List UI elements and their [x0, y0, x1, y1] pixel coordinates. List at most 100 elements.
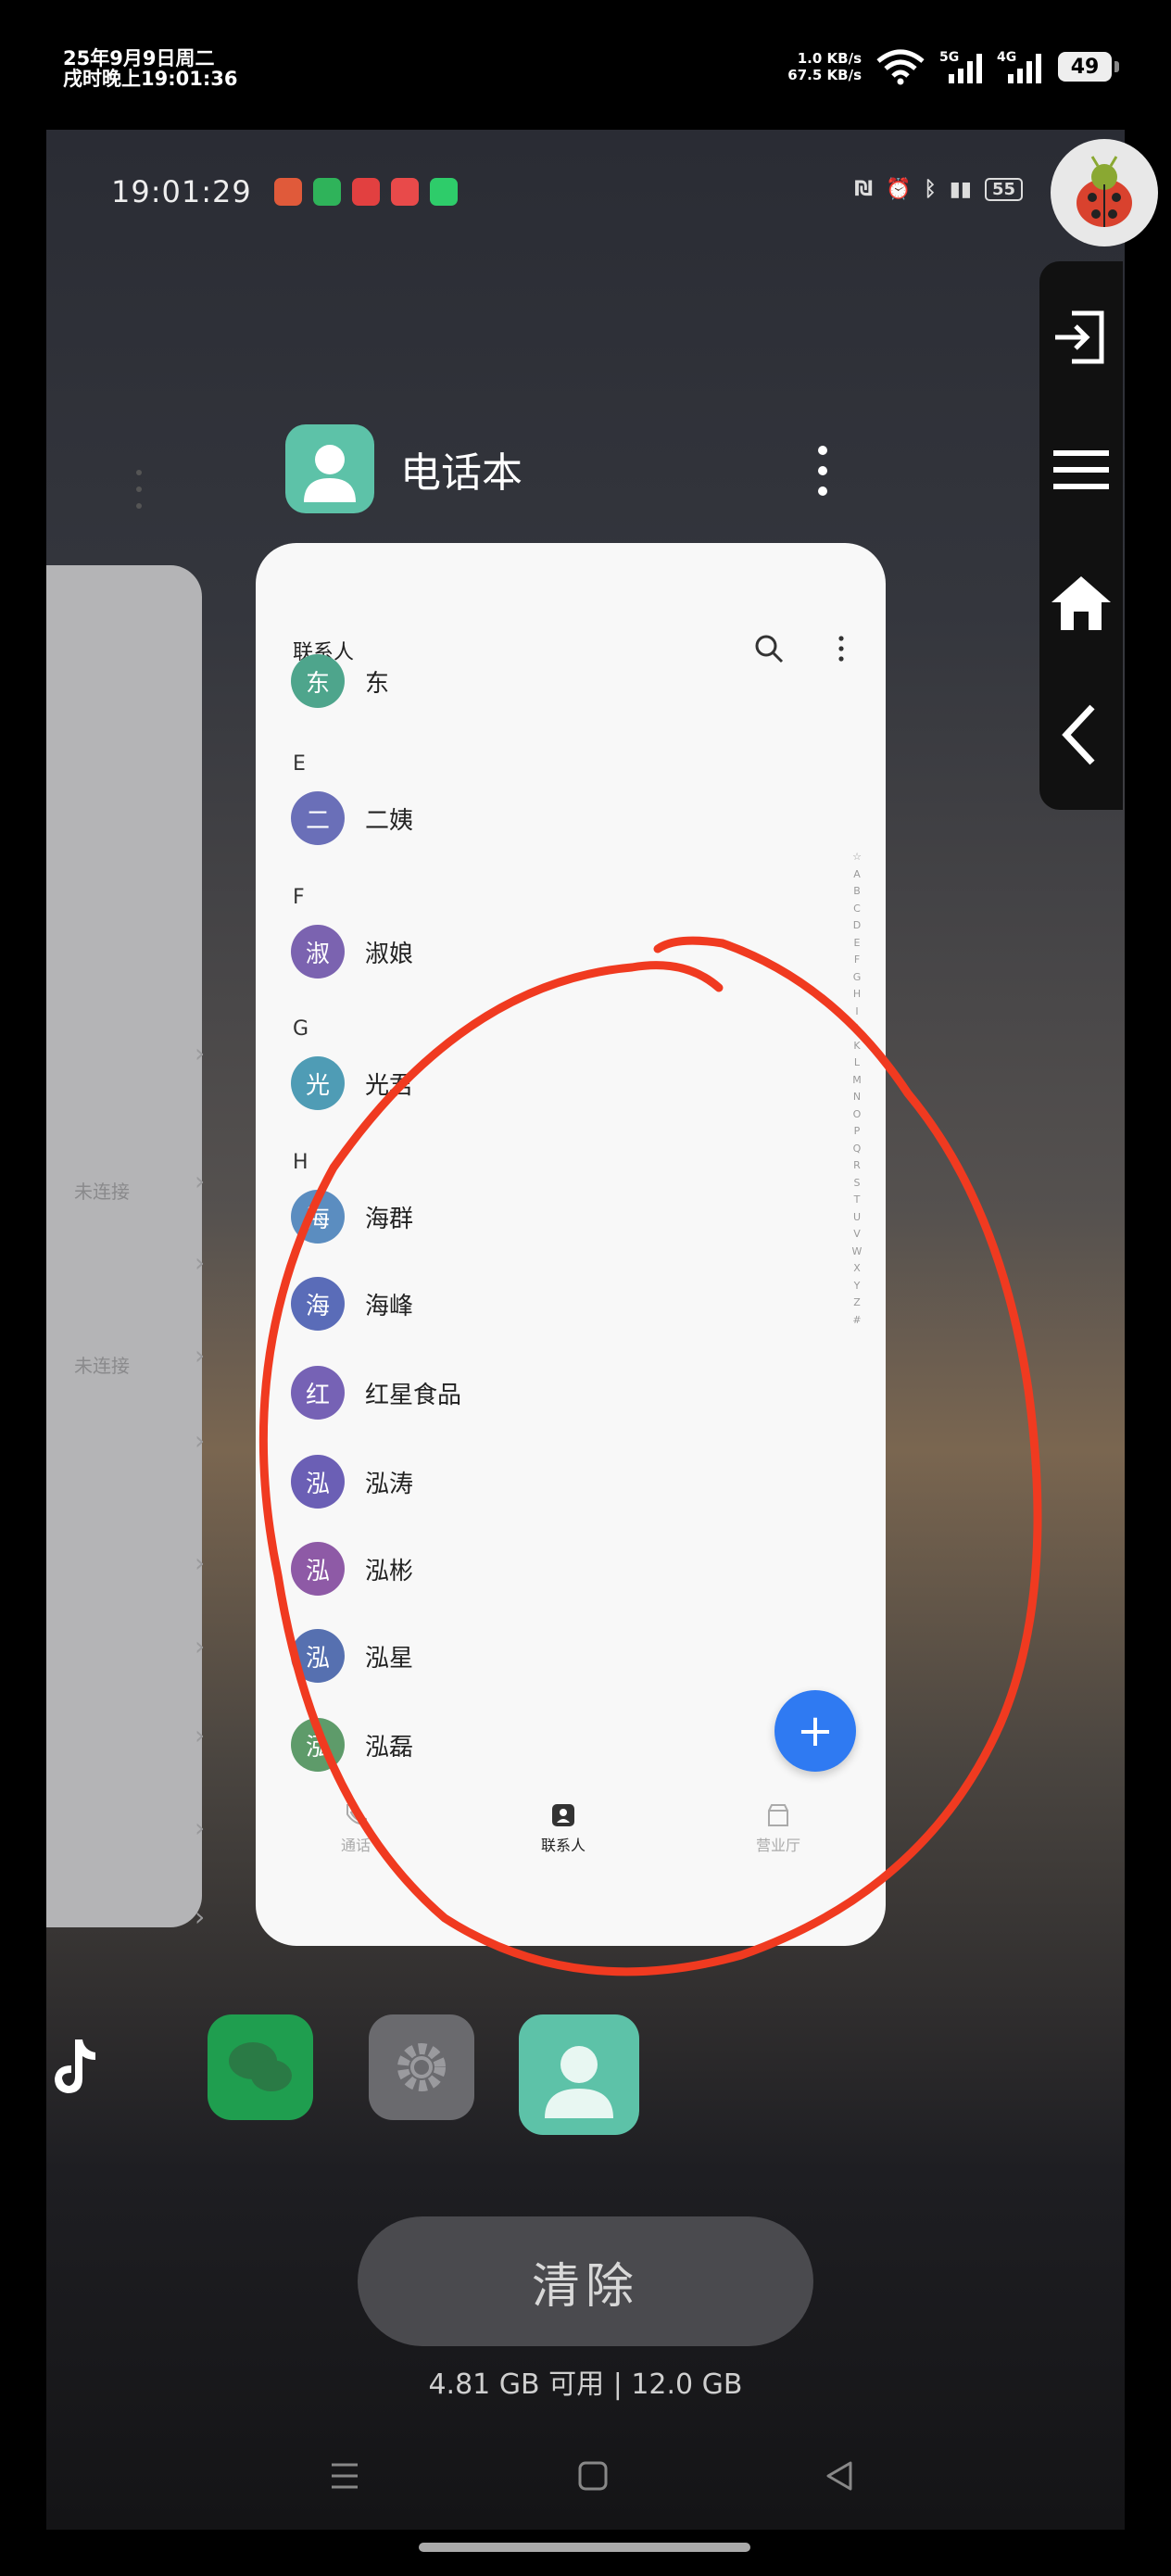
recents-screen: 19:01:29 ₪ ⏰ ᛒ ▮▮ 55 › 未连接 › › 未连接 › › ›… — [46, 130, 1125, 2530]
prev-card-status: 未连接 — [74, 1355, 130, 1377]
status-clock: 25年9月9日周二 戌时晚上19:01:36 — [63, 48, 237, 89]
download-speed: 67.5 KB/s — [787, 67, 862, 83]
triangle-back-icon — [826, 2461, 852, 2491]
alphabet-index-letter[interactable]: C — [853, 901, 861, 918]
alphabet-index-letter[interactable]: R — [853, 1157, 861, 1175]
svg-text:4G: 4G — [997, 50, 1016, 65]
phone-notification-icon — [429, 178, 458, 206]
alphabet-index-letter[interactable]: # — [852, 1312, 861, 1330]
chevron-right-icon: › — [195, 1166, 206, 1196]
alphabet-index-letter[interactable]: Q — [853, 1141, 862, 1158]
home-indicator[interactable] — [419, 2543, 750, 2552]
previous-app-card[interactable]: › 未连接 › › 未连接 › › › › › › › — [46, 565, 206, 1932]
contact-name: 光君 — [365, 1071, 414, 1100]
chevron-right-icon: › — [195, 1038, 206, 1068]
alphabet-index-letter[interactable]: M — [852, 1072, 862, 1090]
alphabet-index-letter[interactable]: V — [853, 1226, 861, 1244]
chevron-right-icon: › — [195, 1720, 206, 1750]
contact-row[interactable]: 光 光君 — [291, 1056, 413, 1110]
alphabet-index-letter[interactable]: K — [853, 1038, 860, 1055]
alphabet-index-letter[interactable]: T — [854, 1192, 861, 1209]
alarm-icon: ⏰ — [886, 178, 912, 201]
alphabet-index-letter[interactable]: D — [853, 917, 861, 935]
section-letter: H — [293, 1151, 308, 1174]
alphabet-index-letter[interactable]: W — [852, 1244, 863, 1261]
alphabet-index-letter[interactable]: I — [855, 1004, 858, 1021]
nfc-icon: ₪ — [854, 178, 874, 201]
contact-name: 东 — [365, 669, 390, 698]
alphabet-index-letter[interactable]: O — [853, 1106, 862, 1124]
back-button[interactable] — [784, 2430, 895, 2522]
alphabet-index-letter[interactable]: F — [854, 952, 860, 969]
alphabet-index-letter[interactable]: H — [853, 986, 861, 1004]
back-icon[interactable] — [1044, 698, 1118, 772]
contact-row[interactable]: 二 二姨 — [291, 791, 413, 845]
battery-indicator: 49 — [1058, 52, 1119, 82]
status-indicators: 1.0 KB/s 67.5 KB/s 5G 4G 49 — [787, 48, 1119, 85]
chevron-right-icon: › — [195, 1631, 206, 1661]
contact-row[interactable]: 泓 泓彬 — [291, 1542, 413, 1596]
bottom-tab-bar: 通话 联系人 营业厅 — [256, 1794, 886, 1877]
search-icon[interactable] — [752, 632, 786, 665]
prev-card-status: 未连接 — [74, 1181, 130, 1203]
contact-row[interactable]: 海 海峰 — [291, 1277, 413, 1331]
alphabet-index-letter[interactable]: Y — [854, 1278, 861, 1295]
upload-speed: 1.0 KB/s — [797, 50, 862, 67]
contact-row[interactable]: 泓 泓星 — [291, 1629, 413, 1683]
prev-card-menu-icon[interactable] — [133, 467, 145, 513]
tab-store[interactable]: 营业厅 — [756, 1794, 800, 1877]
battery-icon: 55 — [984, 178, 1023, 201]
alphabet-index-letter[interactable]: L — [854, 1054, 860, 1072]
contact-name: 红星食品 — [365, 1381, 462, 1409]
tiktok-app-icon[interactable] — [46, 2014, 124, 2120]
alphabet-index[interactable]: ☆ A B C D E F G H I J K L M N O P Q R S T U V W X Y Z # — [849, 849, 865, 1329]
contact-avatar: 泓 — [291, 1718, 345, 1772]
contacts-app-icon[interactable] — [285, 424, 374, 513]
contact-row[interactable]: 泓 泓涛 — [291, 1455, 413, 1509]
alphabet-index-letter[interactable]: B — [853, 883, 861, 901]
wechat-app-icon[interactable] — [208, 2014, 313, 2120]
alphabet-index-letter[interactable]: G — [853, 969, 862, 987]
exit-icon[interactable] — [1044, 300, 1118, 374]
chevron-right-icon: › — [195, 1247, 206, 1278]
alphabet-index-letter[interactable]: S — [854, 1175, 861, 1193]
contact-row[interactable]: 泓 泓磊 — [291, 1718, 413, 1772]
store-icon — [767, 1804, 788, 1826]
contacts-icon — [551, 1804, 574, 1826]
tab-contacts[interactable]: 联系人 — [541, 1794, 586, 1877]
contacts-app-card[interactable]: 联系人 东 东 E 二 二姨 F 淑 淑娘 G 光 光君 H 海 海群 海 海峰… — [256, 543, 886, 1946]
tab-label: 营业厅 — [755, 1837, 800, 1854]
clear-all-button[interactable]: 清除 — [358, 2216, 813, 2346]
alphabet-index-letter[interactable]: U — [853, 1209, 861, 1227]
card-menu-icon[interactable] — [813, 443, 832, 499]
recents-button[interactable] — [289, 2430, 400, 2522]
alphabet-index-letter[interactable]: E — [854, 935, 861, 953]
add-contact-button[interactable]: + — [774, 1690, 856, 1772]
contacts-dock-icon[interactable] — [519, 2014, 639, 2135]
home-icon[interactable] — [1044, 565, 1118, 639]
menu-icon[interactable] — [1044, 433, 1118, 507]
chevron-right-icon: › — [195, 1340, 206, 1370]
alphabet-index-letter[interactable]: X — [853, 1260, 861, 1278]
tab-calls[interactable]: 通话 — [341, 1794, 371, 1877]
home-button[interactable] — [537, 2430, 648, 2522]
settings-app-icon[interactable] — [369, 2014, 474, 2120]
alphabet-index-letter[interactable]: Z — [853, 1294, 861, 1312]
contact-row[interactable]: 东 东 — [291, 654, 389, 708]
contact-row[interactable]: 海 海群 — [291, 1190, 413, 1244]
alphabet-index-letter[interactable]: ☆ — [852, 849, 862, 866]
contact-row[interactable]: 红 红星食品 — [291, 1366, 461, 1420]
more-icon[interactable] — [836, 634, 847, 663]
status-date: 25年9月9日周二 — [63, 47, 215, 69]
alphabet-index-letter[interactable]: P — [854, 1123, 861, 1141]
square-icon — [578, 2461, 608, 2491]
alphabet-index-letter[interactable]: N — [853, 1089, 861, 1106]
person-icon — [545, 2046, 613, 2118]
chevron-right-icon: › — [195, 1547, 206, 1578]
floating-assistant-button[interactable] — [1051, 139, 1158, 246]
contact-name: 海群 — [365, 1205, 414, 1233]
alphabet-index-letter[interactable]: J — [855, 1020, 858, 1038]
alphabet-index-letter[interactable]: A — [853, 866, 861, 884]
contact-row[interactable]: 淑 淑娘 — [291, 925, 413, 979]
contact-name: 二姨 — [365, 806, 414, 835]
